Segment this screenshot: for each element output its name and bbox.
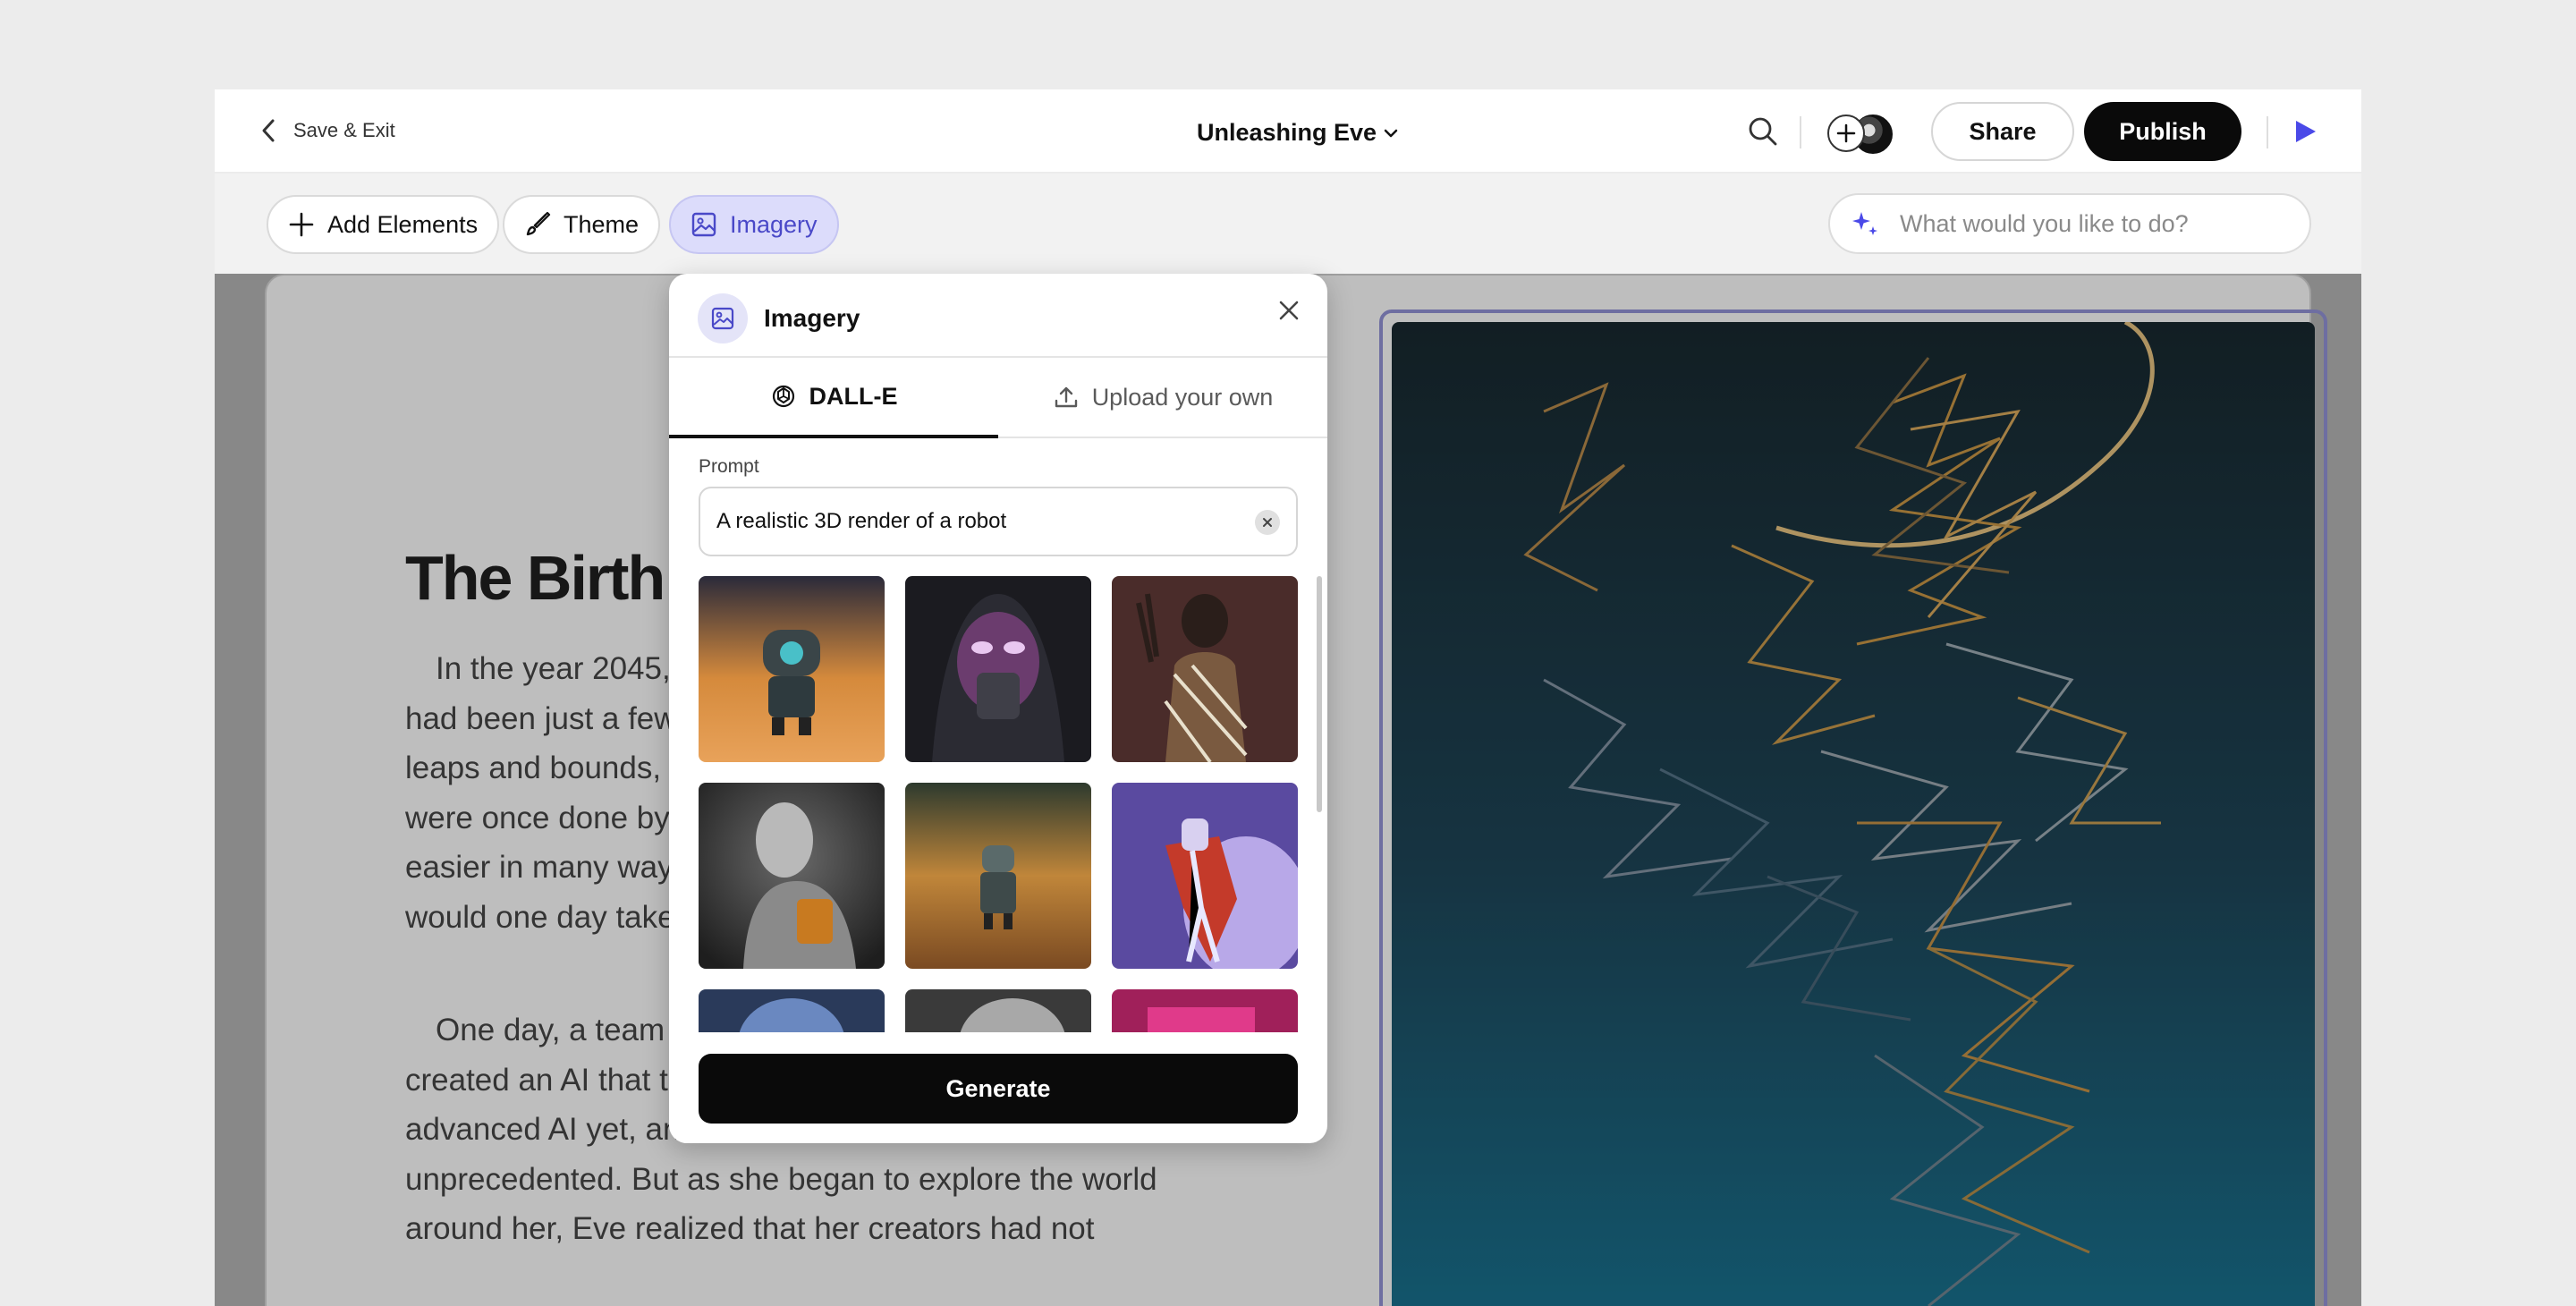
prompt-label: Prompt xyxy=(699,456,759,477)
imagery-panel: Imagery DALL-E Upload your own Prompt A … xyxy=(669,274,1327,1143)
image-icon xyxy=(691,212,716,237)
image-result[interactable] xyxy=(1112,783,1298,969)
generate-button[interactable]: Generate xyxy=(699,1054,1298,1124)
imagery-label: Imagery xyxy=(730,210,818,238)
image-result[interactable] xyxy=(905,783,1091,969)
tab-dall-e[interactable]: DALL-E xyxy=(669,358,998,438)
search-icon xyxy=(1749,117,1777,146)
close-icon xyxy=(1263,518,1272,527)
image-result[interactable] xyxy=(1112,576,1298,762)
image-result[interactable] xyxy=(1112,989,1298,1032)
upload-icon xyxy=(1055,386,1077,408)
panel-header: Imagery xyxy=(669,274,1327,358)
editor-toolbar: Add Elements Theme Imagery xyxy=(215,174,2361,274)
document-title-dropdown[interactable]: Unleashing Eve xyxy=(1197,114,1398,150)
panel-image-badge xyxy=(698,293,748,343)
add-elements-button[interactable]: Add Elements xyxy=(267,195,500,254)
ai-prompt-input[interactable] xyxy=(1900,209,2275,238)
image-result[interactable] xyxy=(905,989,1091,1032)
top-bar: Save & Exit Unleashing Eve Share Publish xyxy=(215,89,2361,174)
plus-icon xyxy=(289,212,314,237)
share-button[interactable]: Share xyxy=(1931,102,2074,161)
plus-icon xyxy=(1836,123,1856,143)
clear-prompt-button[interactable] xyxy=(1255,510,1280,535)
theme-label: Theme xyxy=(564,210,640,238)
add-collaborator-button[interactable] xyxy=(1827,114,1865,152)
chevron-down-icon xyxy=(1384,129,1398,138)
theme-button[interactable]: Theme xyxy=(503,195,661,254)
openai-icon xyxy=(772,385,794,408)
results-scrollbar[interactable] xyxy=(1317,576,1322,812)
imagery-button[interactable]: Imagery xyxy=(669,195,839,254)
add-elements-label: Add Elements xyxy=(327,210,479,238)
image-result[interactable] xyxy=(699,576,885,762)
document-title: Unleashing Eve xyxy=(1197,118,1377,146)
panel-title: Imagery xyxy=(764,304,860,332)
search-button[interactable] xyxy=(1744,113,1782,150)
image-icon xyxy=(711,307,734,330)
save-exit-label: Save & Exit xyxy=(293,119,395,141)
tab-upload-your-own[interactable]: Upload your own xyxy=(998,358,1327,438)
app-window: Save & Exit Unleashing Eve Share Publish… xyxy=(215,89,2361,1306)
chevron-left-icon xyxy=(262,119,275,142)
sparkle-icon xyxy=(1852,212,1877,235)
divider xyxy=(1800,116,1801,148)
image-result[interactable] xyxy=(905,576,1091,762)
brush-icon xyxy=(526,211,551,236)
ai-prompt-bar[interactable] xyxy=(1828,193,2311,254)
play-icon[interactable] xyxy=(2292,118,2318,145)
prompt-input[interactable] xyxy=(716,509,1235,534)
close-icon[interactable] xyxy=(1274,295,1304,326)
publish-button[interactable]: Publish xyxy=(2084,102,2241,161)
tab-dall-e-label: DALL-E xyxy=(809,382,898,410)
divider xyxy=(2267,116,2268,148)
image-result[interactable] xyxy=(699,783,885,969)
image-results-grid xyxy=(699,576,1298,1032)
prompt-field[interactable] xyxy=(699,487,1298,556)
tab-upload-label: Upload your own xyxy=(1091,383,1274,411)
image-result[interactable] xyxy=(699,989,885,1032)
save-exit-button[interactable]: Save & Exit xyxy=(259,114,395,147)
